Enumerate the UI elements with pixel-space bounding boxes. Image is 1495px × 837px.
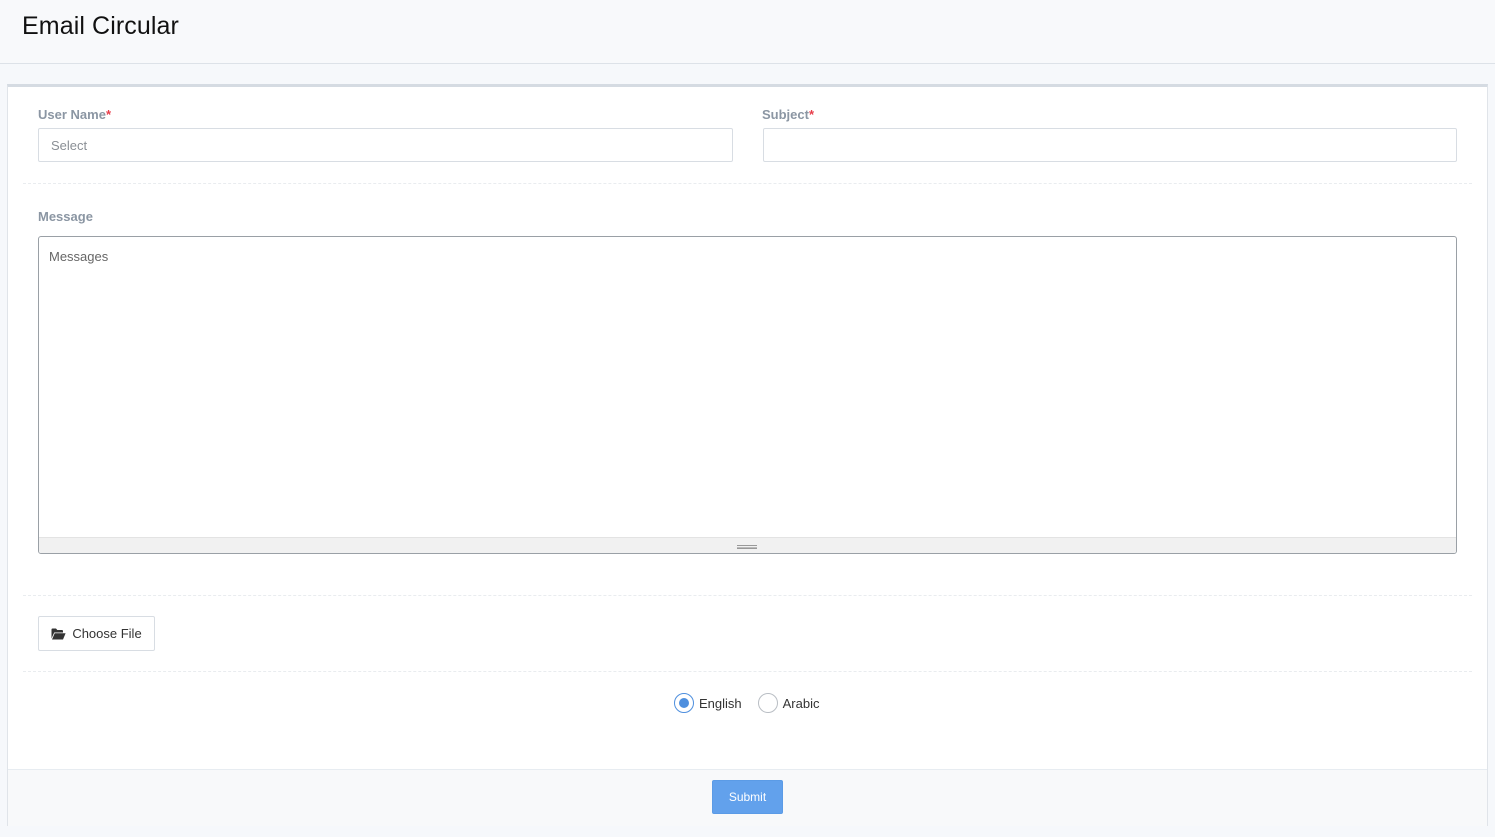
user-name-select[interactable]: Select [38,128,733,162]
language-radio-group: English Arabic [674,692,836,714]
subject-input[interactable] [763,128,1457,162]
radio-english[interactable] [674,693,694,713]
form-divider [23,671,1472,672]
form-footer: Submit [8,769,1487,826]
folder-open-icon [51,628,66,639]
subject-label-text: Subject [762,107,809,122]
message-editor: Messages [38,236,1457,554]
user-name-label: User Name* [38,107,111,122]
radio-label-arabic: Arabic [782,695,820,711]
choose-file-button[interactable]: Choose File [38,616,155,651]
page-header: Email Circular [0,0,1495,64]
message-textarea[interactable]: Messages [39,237,1456,537]
message-placeholder: Messages [49,249,109,264]
radio-option-arabic[interactable]: Arabic [757,693,820,713]
form-panel: User Name* Select Subject* Message Messa… [7,84,1488,826]
user-name-label-text: User Name [38,107,106,122]
resize-handle[interactable] [737,545,757,549]
page-title: Email Circular [22,12,179,40]
subject-label: Subject* [762,107,814,122]
form-divider [23,595,1472,596]
submit-button[interactable]: Submit [712,780,783,814]
user-name-select-placeholder: Select [51,137,88,153]
radio-arabic[interactable] [757,693,778,713]
form-divider [23,183,1472,184]
required-mark: * [808,107,815,122]
editor-resize-bar [39,537,1456,553]
message-label: Message [38,209,93,224]
choose-file-label: Choose File [72,626,142,641]
radio-label-english: English [699,695,742,711]
radio-option-english[interactable]: English [674,693,742,713]
required-mark: * [105,107,111,122]
